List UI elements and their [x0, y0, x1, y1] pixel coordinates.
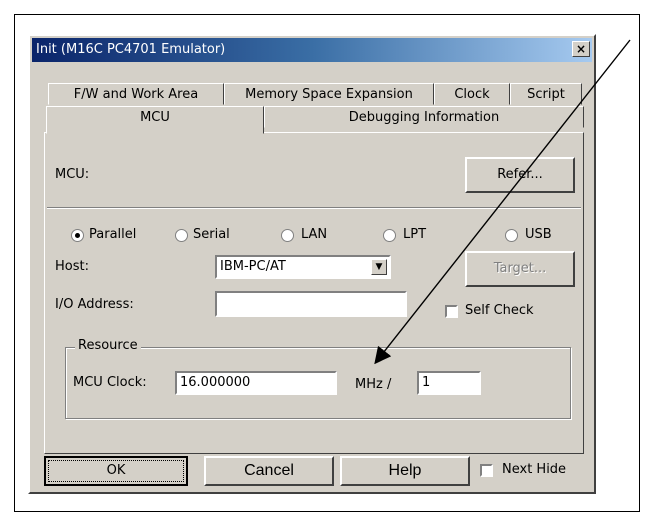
annotation-arrow — [374, 39, 631, 365]
tab-mcu[interactable]: MCU — [46, 106, 264, 134]
